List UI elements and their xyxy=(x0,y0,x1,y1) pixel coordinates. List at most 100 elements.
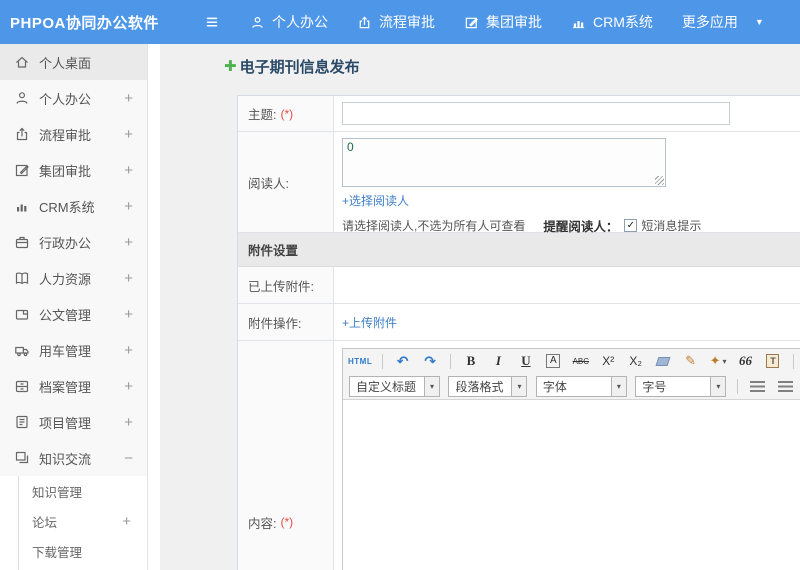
content-label: 内容: xyxy=(248,516,277,531)
collapse-toggle[interactable]: − xyxy=(124,450,133,467)
eraser-button[interactable] xyxy=(653,351,674,371)
readers-label: 阅读人: xyxy=(248,176,289,191)
sidebar-subitem-download-management[interactable]: 下载管理 xyxy=(19,536,147,566)
align-center-button[interactable] xyxy=(775,377,796,397)
italic-button[interactable]: I xyxy=(488,351,509,371)
uploaded-attachments-row: 已上传附件: xyxy=(238,267,800,304)
sidebar-subitem-public-file-cabinet[interactable]: 公共文件柜 xyxy=(19,566,147,570)
readers-label-cell: 阅读人: xyxy=(238,132,334,232)
expand-toggle[interactable]: + xyxy=(124,414,133,431)
publish-form: 主题: (*) 阅读人: 0 +选择阅读人 请选择阅读人,不选为所有人可查看 提… xyxy=(237,95,800,570)
menu-toggle-icon[interactable]: ≡ xyxy=(198,12,226,33)
expand-toggle[interactable]: + xyxy=(124,270,133,287)
bold-button[interactable]: B xyxy=(460,351,481,371)
sidebar-item-personal-desktop[interactable]: 个人桌面 xyxy=(0,44,147,80)
auto-typeset-button[interactable]: ✦ ▾ xyxy=(708,351,729,371)
upload-attachment-link[interactable]: +上传附件 xyxy=(342,314,397,331)
nav-process-approval[interactable]: 流程审批 xyxy=(357,12,435,32)
sidebar-item-project-management[interactable]: 项目管理 + xyxy=(0,404,147,440)
home-icon xyxy=(16,56,28,68)
nav-group-approval[interactable]: 集团审批 xyxy=(464,12,542,32)
bar-chart-icon xyxy=(17,204,27,212)
sidebar: 个人桌面 个人办公 + 流程审批 + 集团审批 + CRM系统 + 行政办公 +… xyxy=(0,44,148,570)
readers-hint: 请选择阅读人,不选为所有人可查看 xyxy=(342,219,526,233)
user-icon xyxy=(16,92,28,104)
archive-icon xyxy=(15,380,29,393)
edit-square-icon xyxy=(465,17,478,28)
operation-label: 附件操作: xyxy=(248,316,302,331)
check-icon: ✓ xyxy=(626,220,636,231)
uploaded-attachments-value xyxy=(334,267,800,303)
expand-toggle[interactable]: + xyxy=(124,378,133,395)
strikethrough-button[interactable]: ABC xyxy=(570,351,591,371)
bar-chart-icon xyxy=(572,20,585,28)
format-painter-button[interactable]: ✎ xyxy=(680,351,701,371)
expand-toggle[interactable]: + xyxy=(124,198,133,215)
process-icon xyxy=(16,127,28,141)
expand-toggle[interactable]: + xyxy=(122,513,131,530)
undo-button[interactable]: ↶ xyxy=(392,351,413,371)
folder-icon xyxy=(15,309,29,320)
sidebar-item-human-resources[interactable]: 人力资源 + xyxy=(0,260,147,296)
sidebar-item-admin-office[interactable]: 行政办公 + xyxy=(0,224,147,260)
clipboard-text-icon: T xyxy=(766,354,780,368)
sidebar-item-crm-system[interactable]: CRM系统 + xyxy=(0,188,147,224)
blockquote-button[interactable]: 66 xyxy=(735,351,756,371)
sidebar-content-gap xyxy=(149,44,160,570)
sidebar-item-archive-management[interactable]: 档案管理 + xyxy=(0,368,147,404)
font-border-button[interactable]: A xyxy=(543,351,564,371)
nav-more-apps[interactable]: 更多应用 xyxy=(682,12,738,32)
sidebar-subitem-knowledge-management[interactable]: 知识管理 xyxy=(19,476,147,506)
sidebar-item-process-approval[interactable]: 流程审批 + xyxy=(0,116,147,152)
top-nav: 个人办公 流程审批 集团审批 CRM系统 更多应用 ▼ xyxy=(250,12,764,32)
paste-as-text-button[interactable]: T xyxy=(762,351,783,371)
eraser-icon xyxy=(655,356,671,366)
sms-label: 短消息提示 xyxy=(641,219,702,233)
sidebar-subitem-forum[interactable]: 论坛 + xyxy=(19,506,147,536)
align-center-icon xyxy=(777,381,793,392)
editor-content-area[interactable] xyxy=(343,399,800,570)
superscript-button[interactable]: X² xyxy=(598,351,619,371)
caret-down-icon: ▾ xyxy=(722,356,727,366)
nav-crm-system[interactable]: CRM系统 xyxy=(571,12,653,32)
caret-down-icon: ▾ xyxy=(710,377,726,396)
expand-toggle[interactable]: + xyxy=(124,126,133,143)
select-readers-link[interactable]: +选择阅读人 xyxy=(342,192,409,209)
subscript-button[interactable]: X₂ xyxy=(625,351,646,371)
expand-toggle[interactable]: + xyxy=(124,234,133,251)
custom-heading-select[interactable]: 自定义标题 ▾ xyxy=(349,376,440,397)
sidebar-item-group-approval[interactable]: 集团审批 + xyxy=(0,152,147,188)
expand-toggle[interactable]: + xyxy=(124,342,133,359)
app-logo: PHPOA协同办公软件 xyxy=(10,14,159,32)
subject-input[interactable] xyxy=(342,102,730,125)
paragraph-format-select[interactable]: 段落格式 ▾ xyxy=(448,376,528,397)
more-apps-caret-icon[interactable]: ▼ xyxy=(755,17,764,27)
resize-grip-icon[interactable] xyxy=(655,176,664,185)
required-mark: (*) xyxy=(280,515,294,529)
sidebar-item-knowledge-exchange[interactable]: 知识交流 − xyxy=(0,440,147,476)
expand-toggle[interactable]: + xyxy=(124,306,133,323)
expand-toggle[interactable]: + xyxy=(124,90,133,107)
expand-toggle[interactable]: + xyxy=(124,162,133,179)
briefcase-icon xyxy=(15,236,29,249)
html-source-button[interactable]: HTML xyxy=(348,351,372,371)
subject-row: 主题: (*) xyxy=(238,96,800,132)
redo-button[interactable]: ↷ xyxy=(420,351,441,371)
readers-textarea[interactable]: 0 xyxy=(342,138,666,187)
font-family-select[interactable]: 字体 ▾ xyxy=(535,376,627,397)
sidebar-item-personal-office[interactable]: 个人办公 + xyxy=(0,80,147,116)
subject-label-cell: 主题: (*) xyxy=(238,96,334,131)
nav-personal-office[interactable]: 个人办公 xyxy=(250,12,328,32)
knowledge-submenu: 知识管理 论坛 + 下载管理 公共文件柜 xyxy=(0,476,147,570)
align-left-button[interactable] xyxy=(747,377,768,397)
underline-button[interactable]: U xyxy=(515,351,536,371)
sidebar-item-document-management[interactable]: 公文管理 + xyxy=(0,296,147,332)
font-size-select[interactable]: 字号 ▾ xyxy=(635,376,727,397)
caret-down-icon: ▾ xyxy=(424,377,439,396)
sidebar-item-vehicle-management[interactable]: 用车管理 + xyxy=(0,332,147,368)
sms-checkbox[interactable]: ✓ xyxy=(624,219,638,232)
remind-readers-label: 提醒阅读人： xyxy=(543,220,619,234)
nav-label: 更多应用 xyxy=(681,14,738,30)
nav-label: 集团审批 xyxy=(486,14,542,30)
process-icon xyxy=(359,15,370,28)
